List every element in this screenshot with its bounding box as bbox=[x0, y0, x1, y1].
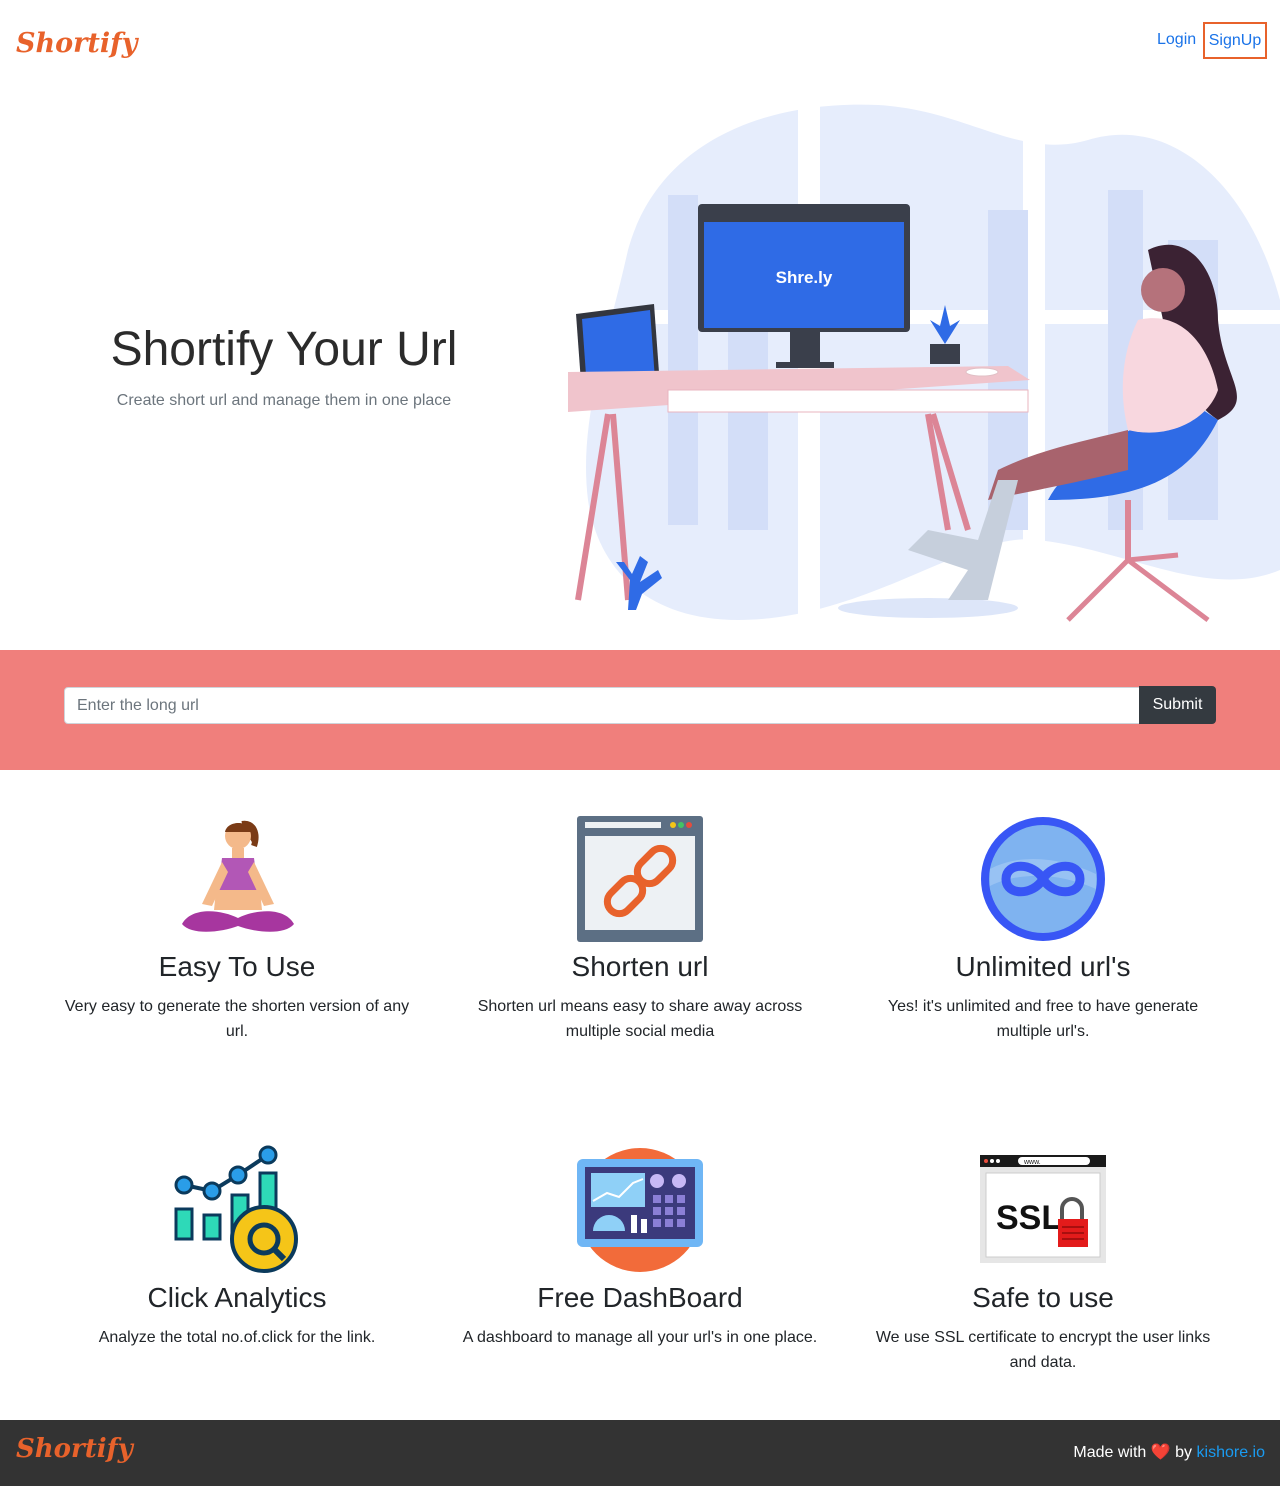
feature-card: Click Analytics Analyze the total no.of.… bbox=[57, 1145, 417, 1350]
monitor-stand bbox=[790, 332, 820, 366]
feature-description: Very easy to generate the shorten versio… bbox=[64, 998, 410, 1040]
link-icon bbox=[577, 816, 703, 942]
building bbox=[668, 195, 698, 525]
yoga-icon bbox=[182, 820, 294, 932]
ssl-icon: www. SSL bbox=[980, 1155, 1106, 1263]
hero-subtitle: Create short url and manage them in one … bbox=[116, 392, 452, 409]
made-with-text: Made with bbox=[1073, 1444, 1147, 1461]
feature-description: We use SSL certificate to encrypt the us… bbox=[875, 1329, 1211, 1371]
chair-leg bbox=[1066, 558, 1130, 622]
dashboard-icon bbox=[577, 1148, 703, 1272]
woman-head bbox=[1141, 268, 1185, 312]
footer-brand[interactable]: Shortify bbox=[16, 1434, 133, 1464]
feature-title: Shorten url bbox=[571, 951, 709, 982]
feature-card: Shorten url Shorten url means easy to sh… bbox=[460, 814, 820, 1044]
feature-title: Safe to use bbox=[972, 1282, 1114, 1313]
feature-card: Free DashBoard A dashboard to manage all… bbox=[460, 1145, 820, 1350]
feature-title: Unlimited url's bbox=[955, 951, 1131, 982]
submit-button[interactable]: Submit bbox=[1139, 686, 1216, 724]
feature-description: A dashboard to manage all your url's in … bbox=[462, 1329, 818, 1346]
infinity-icon bbox=[981, 817, 1105, 941]
url-bar-text: www. bbox=[1023, 1159, 1041, 1166]
navbar: Shortify Login SignUp bbox=[0, 0, 1280, 90]
monitor-foot bbox=[776, 362, 834, 368]
long-url-input[interactable] bbox=[64, 687, 1140, 724]
login-link[interactable]: Login bbox=[1157, 31, 1196, 49]
feature-description: Shorten url means easy to share away acr… bbox=[477, 998, 803, 1040]
author-link[interactable]: kishore.io bbox=[1197, 1444, 1265, 1461]
feature-description: Yes! it's unlimited and free to have gen… bbox=[887, 998, 1199, 1040]
plant-pot bbox=[930, 344, 960, 364]
feature-card: Easy To Use Very easy to generate the sh… bbox=[57, 814, 417, 1044]
by-text: by bbox=[1175, 1444, 1193, 1461]
analytics-icon bbox=[174, 1145, 298, 1273]
feature-card: www. SSL Safe to use We use SSL certific… bbox=[863, 1145, 1223, 1375]
footer-credit: Made with ❤️ by kishore.io bbox=[1073, 1442, 1265, 1462]
feature-card: Unlimited url's Yes! it's unlimited and … bbox=[863, 814, 1223, 1044]
footer: Shortify Made with ❤️ by kishore.io bbox=[0, 1420, 1280, 1486]
shortener-strip: Submit bbox=[0, 650, 1280, 770]
coffee-cup bbox=[965, 367, 999, 377]
hero-illustration: Shre.ly bbox=[568, 100, 1280, 630]
heart-icon: ❤️ bbox=[1150, 1444, 1171, 1461]
desk-drawer bbox=[667, 389, 1029, 413]
signup-button[interactable]: SignUp bbox=[1203, 22, 1267, 59]
feature-description: Analyze the total no.of.click for the li… bbox=[98, 1329, 376, 1346]
floor-shadow bbox=[838, 598, 1018, 618]
monitor-text: Shre.ly bbox=[776, 268, 833, 287]
hero-title: Shortify Your Url bbox=[110, 323, 458, 376]
ssl-label: SSL bbox=[996, 1199, 1062, 1237]
brand-logo[interactable]: Shortify bbox=[16, 28, 137, 59]
feature-title: Free DashBoard bbox=[537, 1282, 743, 1313]
feature-title: Easy To Use bbox=[158, 951, 316, 982]
feature-title: Click Analytics bbox=[147, 1282, 327, 1313]
